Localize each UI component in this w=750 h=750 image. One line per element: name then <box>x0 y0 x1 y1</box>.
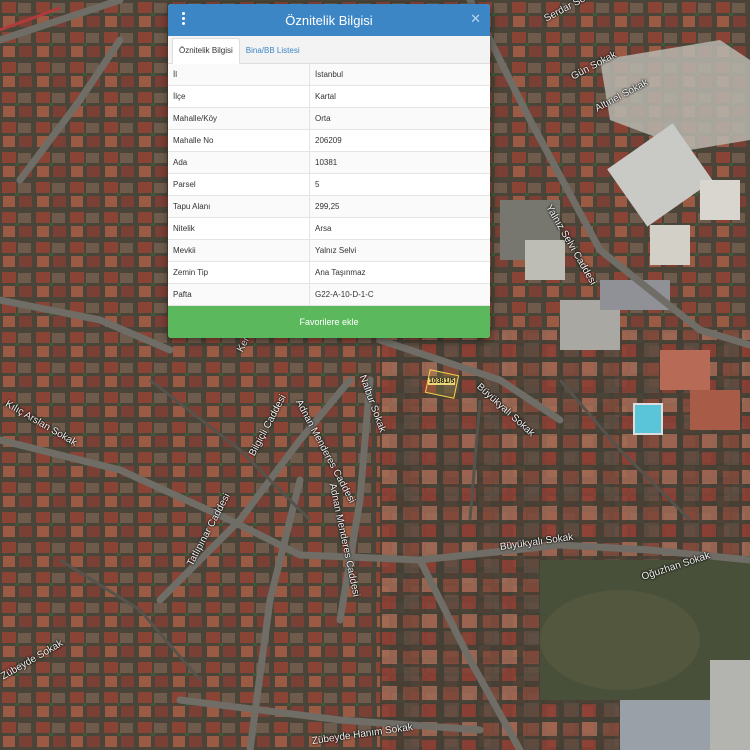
tab-building-list[interactable]: Bina/BB Listesi <box>240 39 306 63</box>
attribute-key: Mevkii <box>168 239 310 262</box>
panel-title: Öznitelik Bilgisi <box>285 12 373 28</box>
table-row: İlçe Kartal <box>168 85 490 108</box>
add-to-favorites-button[interactable]: Favorilere ekle <box>168 306 490 338</box>
attribute-value: Orta <box>309 107 490 130</box>
attribute-value: İstanbul <box>309 64 490 86</box>
attribute-table: İl İstanbul İlçe Kartal Mahalle/Köy Orta Mahal… <box>168 64 490 306</box>
selected-parcel-label: 10381/5 <box>428 378 456 385</box>
attribute-key: Mahalle No <box>168 129 310 152</box>
table-row: Pafta G22-A-10-D-1-C <box>168 283 490 306</box>
tab-attribute-info[interactable]: Öznitelik Bilgisi <box>172 38 240 64</box>
table-row: İl İstanbul <box>168 64 490 86</box>
attribute-value: 10381 <box>309 151 490 174</box>
attribute-value: G22-A-10-D-1-C <box>309 283 490 306</box>
attribute-value: 5 <box>309 173 490 196</box>
attribute-key: İlçe <box>168 85 310 108</box>
attribute-value: Ana Taşınmaz <box>309 261 490 284</box>
panel-tabs: Öznitelik Bilgisi Bina/BB Listesi <box>168 36 490 64</box>
table-row: Ada 10381 <box>168 151 490 174</box>
attribute-key: Pafta <box>168 283 310 306</box>
attribute-key: İl <box>168 64 310 86</box>
vertical-dots-menu-icon[interactable] <box>178 12 188 28</box>
table-row: Nitelik Arsa <box>168 217 490 240</box>
table-row: Mevkii Yalnız Selvi <box>168 239 490 262</box>
attribute-key: Tapu Alanı <box>168 195 310 218</box>
panel-header: Öznitelik Bilgisi ✕ <box>168 4 490 36</box>
attribute-value: 206209 <box>309 129 490 152</box>
close-icon[interactable]: ✕ <box>470 11 481 27</box>
attribute-info-panel: Öznitelik Bilgisi ✕ Öznitelik Bilgisi Bi… <box>168 4 490 338</box>
attribute-key: Mahalle/Köy <box>168 107 310 130</box>
attribute-value: Kartal <box>309 85 490 108</box>
attribute-key: Parsel <box>168 173 310 196</box>
attribute-key: Nitelik <box>168 217 310 240</box>
table-row: Parsel 5 <box>168 173 490 196</box>
attribute-key: Ada <box>168 151 310 174</box>
attribute-value: Arsa <box>309 217 490 240</box>
table-row: Mahalle/Köy Orta <box>168 107 490 130</box>
table-row: Zemin Tip Ana Taşınmaz <box>168 261 490 284</box>
attribute-value: Yalnız Selvi <box>309 239 490 262</box>
table-row: Mahalle No 206209 <box>168 129 490 152</box>
attribute-key: Zemin Tip <box>168 261 310 284</box>
table-row: Tapu Alanı 299,25 <box>168 195 490 218</box>
attribute-value: 299,25 <box>309 195 490 218</box>
